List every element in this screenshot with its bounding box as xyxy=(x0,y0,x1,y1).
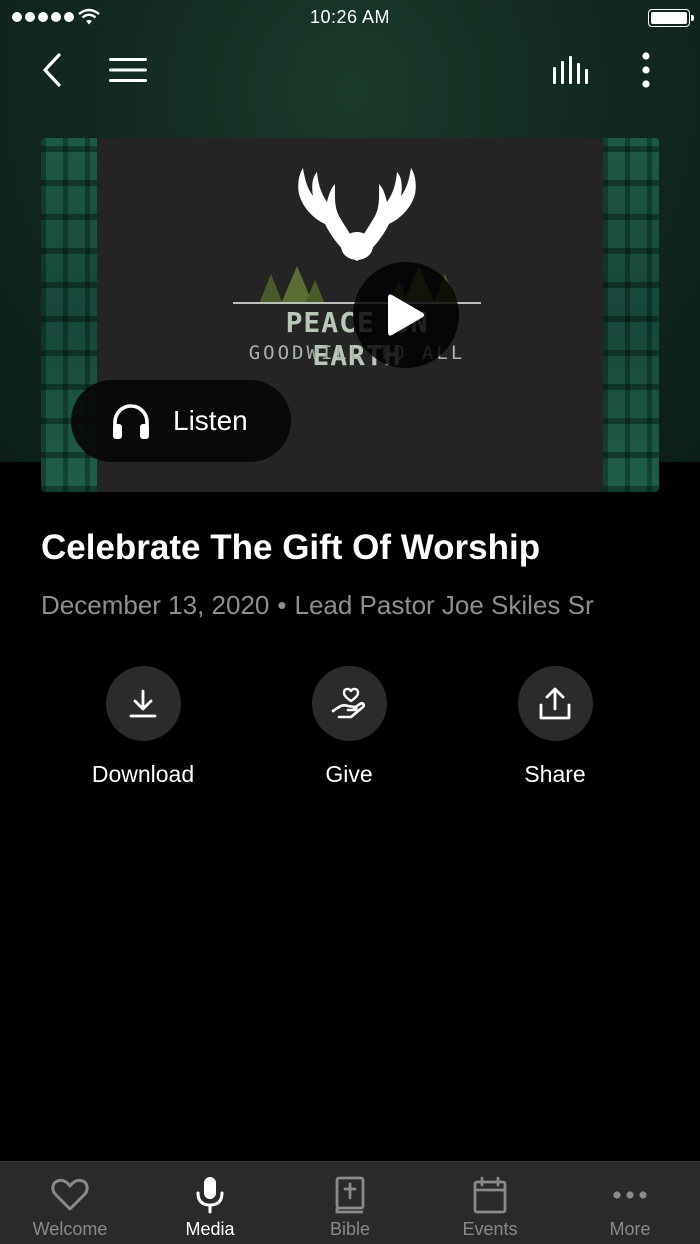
sermon-date: December 13, 2020 xyxy=(41,590,270,620)
download-circle[interactable] xyxy=(105,666,181,741)
antlers-icon xyxy=(298,168,416,261)
tab-bible-label: Bible xyxy=(329,1219,371,1239)
tab-media[interactable]: Media xyxy=(140,1162,280,1244)
play-icon xyxy=(388,294,424,336)
listen-label: Listen xyxy=(173,405,248,436)
giving-hand-icon xyxy=(331,687,366,718)
calendar-icon xyxy=(473,1176,507,1214)
headphones-icon xyxy=(113,404,149,439)
status-time: 10:26 AM xyxy=(309,7,391,27)
download-icon xyxy=(129,689,157,717)
chevron-left-icon xyxy=(43,53,61,87)
tab-bible[interactable]: Bible xyxy=(280,1162,420,1244)
sermon-artwork[interactable]: PEACE ON EARTH GOODWILL TO ALL Listen xyxy=(41,138,659,492)
share-button[interactable]: Share xyxy=(470,666,640,788)
share-circle[interactable] xyxy=(517,666,593,741)
heart-icon xyxy=(51,1178,89,1211)
battery-icon xyxy=(648,9,694,27)
play-button[interactable] xyxy=(353,262,459,368)
tab-events-label: Events xyxy=(462,1219,518,1239)
give-circle[interactable] xyxy=(311,666,387,741)
sermon-speaker: Lead Pastor Joe Skiles Sr xyxy=(294,590,594,620)
vertical-dots-icon xyxy=(642,52,650,88)
hamburger-menu-icon xyxy=(109,58,147,82)
give-label: Give xyxy=(325,761,373,787)
equalizer-icon xyxy=(553,56,588,84)
more-dots-icon xyxy=(613,1191,647,1199)
sermon-title: Celebrate The Gift Of Worship xyxy=(41,528,541,567)
tab-more[interactable]: More xyxy=(560,1162,700,1244)
bottom-tab-bar: Welcome Media Bible Events More xyxy=(0,1161,700,1244)
tab-events[interactable]: Events xyxy=(420,1162,560,1244)
status-bar: 10:26 AM xyxy=(0,0,700,36)
meta-separator: • xyxy=(277,590,287,620)
bible-icon xyxy=(335,1176,365,1214)
microphone-icon xyxy=(196,1177,224,1214)
share-label: Share xyxy=(524,761,586,787)
tab-welcome-label: Welcome xyxy=(32,1219,108,1239)
tab-media-label: Media xyxy=(185,1219,235,1239)
back-button[interactable] xyxy=(30,48,74,92)
audio-player-button[interactable] xyxy=(546,48,598,92)
plaid-border-right xyxy=(603,138,659,492)
more-options-button[interactable] xyxy=(626,48,666,92)
tab-welcome[interactable]: Welcome xyxy=(0,1162,140,1244)
sermon-meta: December 13, 2020 • Lead Pastor Joe Skiles… xyxy=(41,590,681,621)
share-icon xyxy=(539,687,571,719)
download-button[interactable]: Download xyxy=(58,666,228,788)
tab-more-label: More xyxy=(609,1219,651,1239)
download-label: Download xyxy=(91,761,195,787)
menu-button[interactable] xyxy=(104,48,152,92)
listen-button[interactable]: Listen xyxy=(71,380,291,462)
give-button[interactable]: Give xyxy=(264,666,434,788)
